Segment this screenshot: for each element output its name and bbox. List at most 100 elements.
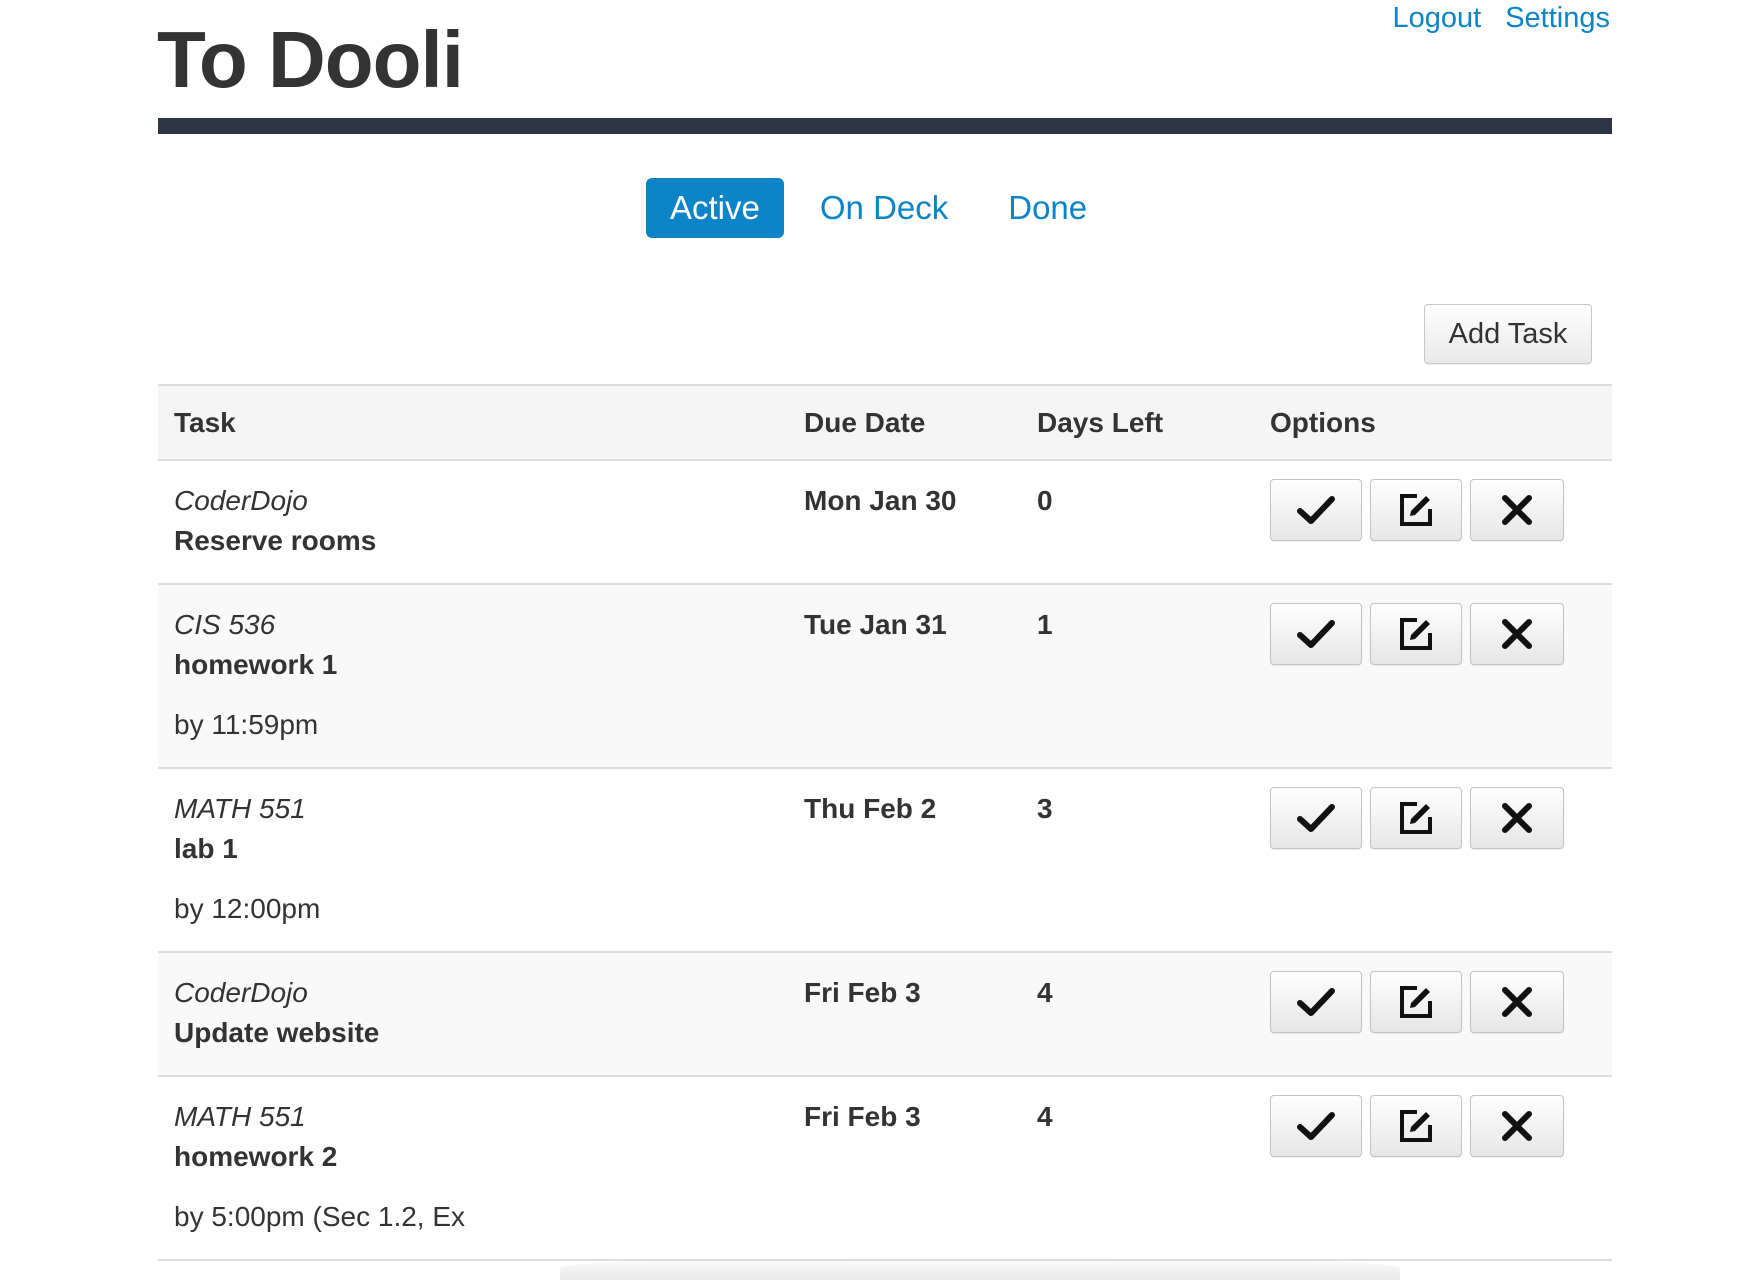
task-name: homework 1 — [174, 649, 338, 680]
tab-bar: Active On Deck Done — [646, 178, 1123, 238]
task-course: CoderDojo — [174, 485, 308, 516]
task-note: by 12:00pm — [174, 893, 321, 924]
complete-button[interactable] — [1270, 603, 1362, 665]
checkmark-icon — [1297, 804, 1335, 832]
due-date: Tue Jan 31 — [804, 609, 947, 640]
edit-icon — [1400, 618, 1432, 650]
tab-on-deck[interactable]: On Deck — [796, 178, 972, 238]
edit-icon — [1400, 802, 1432, 834]
task-cell: CoderDojo Update website — [158, 953, 804, 1075]
table-row: CIS 536 homework 1 by 11:59pm Tue Jan 31… — [158, 585, 1612, 769]
scroll-fade-overlay — [560, 1256, 1400, 1280]
table-row: MATH 551 lab 1 by 12:00pm Thu Feb 2 3 — [158, 769, 1612, 953]
edit-icon — [1400, 494, 1432, 526]
complete-button[interactable] — [1270, 787, 1362, 849]
task-cell: MATH 551 lab 1 by 12:00pm — [158, 769, 804, 951]
options-cell — [1270, 461, 1612, 583]
task-name: Update website — [174, 1017, 380, 1048]
task-cell: CIS 536 homework 1 by 11:59pm — [158, 585, 804, 767]
options-cell — [1270, 1077, 1612, 1259]
edit-button[interactable] — [1370, 479, 1462, 541]
close-icon — [1502, 987, 1532, 1017]
task-name: lab 1 — [174, 833, 238, 864]
due-date: Mon Jan 30 — [804, 485, 957, 516]
due-date-cell: Mon Jan 30 — [804, 461, 1037, 583]
page: Logout Settings To Dooli Active On Deck … — [0, 0, 1762, 1280]
title-divider — [158, 118, 1612, 134]
days-left: 4 — [1037, 1101, 1053, 1132]
close-icon — [1502, 803, 1532, 833]
row-options — [1270, 953, 1612, 1033]
due-date-cell: Fri Feb 3 — [804, 953, 1037, 1075]
checkmark-icon — [1297, 988, 1335, 1016]
days-left: 4 — [1037, 977, 1053, 1008]
edit-button[interactable] — [1370, 971, 1462, 1033]
task-note: by 11:59pm — [174, 709, 319, 740]
edit-button[interactable] — [1370, 787, 1462, 849]
due-date-cell: Tue Jan 31 — [804, 585, 1037, 767]
due-date-cell: Fri Feb 3 — [804, 1077, 1037, 1259]
task-cell: CoderDojo Reserve rooms — [158, 461, 804, 583]
table-header: Task Due Date Days Left Options — [158, 386, 1612, 461]
complete-button[interactable] — [1270, 1095, 1362, 1157]
task-name: Reserve rooms — [174, 525, 377, 556]
due-date-cell: Thu Feb 2 — [804, 769, 1037, 951]
edit-button[interactable] — [1370, 603, 1462, 665]
checkmark-icon — [1297, 496, 1335, 524]
task-note: by 5:00pm (Sec 1.2, Ex — [174, 1201, 466, 1232]
delete-button[interactable] — [1470, 603, 1564, 665]
delete-button[interactable] — [1470, 479, 1564, 541]
header-links: Logout Settings — [1393, 2, 1611, 35]
edit-icon — [1400, 986, 1432, 1018]
options-cell — [1270, 585, 1612, 767]
days-left-cell: 1 — [1037, 585, 1270, 767]
row-options — [1270, 585, 1612, 665]
days-left: 0 — [1037, 485, 1053, 516]
row-options — [1270, 461, 1612, 541]
column-header-due-date: Due Date — [804, 406, 926, 438]
delete-button[interactable] — [1470, 1095, 1564, 1157]
close-icon — [1502, 1111, 1532, 1141]
add-task-button[interactable]: Add Task — [1424, 304, 1592, 364]
due-date: Thu Feb 2 — [804, 793, 937, 824]
row-options — [1270, 769, 1612, 849]
days-left-cell: 0 — [1037, 461, 1270, 583]
days-left-cell: 4 — [1037, 953, 1270, 1075]
delete-button[interactable] — [1470, 787, 1564, 849]
tab-active[interactable]: Active — [646, 178, 784, 238]
days-left: 1 — [1037, 609, 1053, 640]
table-row: MATH 551 homework 2 by 5:00pm (Sec 1.2, … — [158, 1077, 1612, 1261]
logout-link[interactable]: Logout — [1393, 2, 1482, 35]
app-title: To Dooli — [157, 15, 464, 104]
delete-button[interactable] — [1470, 971, 1564, 1033]
options-cell — [1270, 769, 1612, 951]
column-header-options: Options — [1270, 406, 1376, 438]
options-cell — [1270, 953, 1612, 1075]
due-date: Fri Feb 3 — [804, 977, 921, 1008]
days-left-cell: 3 — [1037, 769, 1270, 951]
complete-button[interactable] — [1270, 971, 1362, 1033]
task-name: homework 2 — [174, 1141, 338, 1172]
table-row: CoderDojo Reserve rooms Mon Jan 30 0 — [158, 461, 1612, 585]
edit-icon — [1400, 1110, 1432, 1142]
days-left-cell: 4 — [1037, 1077, 1270, 1259]
task-course: MATH 551 — [174, 793, 306, 824]
tab-done[interactable]: Done — [984, 178, 1111, 238]
task-table: Task Due Date Days Left Options CoderDoj… — [158, 384, 1612, 1261]
settings-link[interactable]: Settings — [1505, 2, 1610, 35]
task-course: CoderDojo — [174, 977, 308, 1008]
column-header-days-left: Days Left — [1037, 406, 1164, 438]
task-course: CIS 536 — [174, 609, 276, 640]
row-options — [1270, 1077, 1612, 1157]
column-header-task: Task — [174, 406, 236, 438]
task-cell: MATH 551 homework 2 by 5:00pm (Sec 1.2, … — [158, 1077, 804, 1259]
edit-button[interactable] — [1370, 1095, 1462, 1157]
due-date: Fri Feb 3 — [804, 1101, 921, 1132]
close-icon — [1502, 495, 1532, 525]
checkmark-icon — [1297, 620, 1335, 648]
close-icon — [1502, 619, 1532, 649]
days-left: 3 — [1037, 793, 1053, 824]
complete-button[interactable] — [1270, 479, 1362, 541]
checkmark-icon — [1297, 1112, 1335, 1140]
task-course: MATH 551 — [174, 1101, 306, 1132]
